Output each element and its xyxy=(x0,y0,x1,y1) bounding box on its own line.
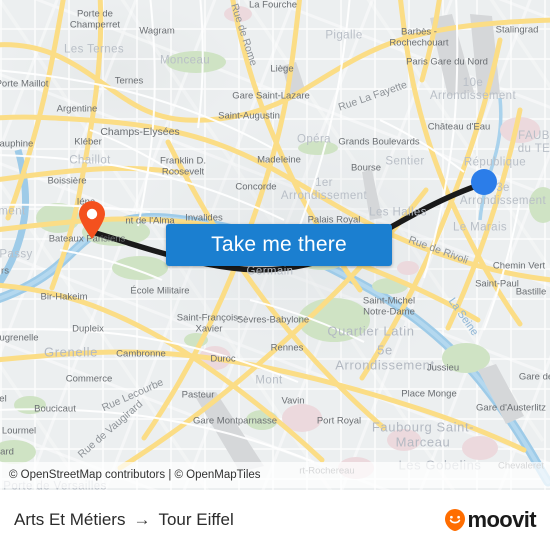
map-attribution-bar: © OpenStreetMap contributors | © OpenMap… xyxy=(0,462,550,488)
arrow-right-icon: → xyxy=(133,510,151,529)
footer-bar: Arts Et Métiers → Tour Eiffel moovit xyxy=(0,490,550,550)
take-me-there-button[interactable]: Take me there xyxy=(166,224,392,266)
route-title: Arts Et Métiers → Tour Eiffel xyxy=(14,510,234,530)
map-attribution-text[interactable]: © OpenStreetMap contributors | © OpenMap… xyxy=(0,469,261,481)
route-destination-label: Tour Eiffel xyxy=(158,510,234,529)
destination-pin[interactable] xyxy=(77,200,107,240)
take-me-there-label: Take me there xyxy=(211,233,347,256)
map-canvas[interactable]: Porte de Champerret Wagram Les Ternes Monce… xyxy=(0,0,550,490)
route-origin-label: Arts Et Métiers xyxy=(14,510,126,529)
moovit-route-screenshot: Porte de Champerret Wagram Les Ternes Monce… xyxy=(0,0,550,550)
origin-dot[interactable] xyxy=(471,169,497,195)
moovit-logo[interactable]: moovit xyxy=(444,507,537,533)
moovit-pin-icon xyxy=(445,509,466,531)
moovit-wordmark: moovit xyxy=(467,507,536,532)
